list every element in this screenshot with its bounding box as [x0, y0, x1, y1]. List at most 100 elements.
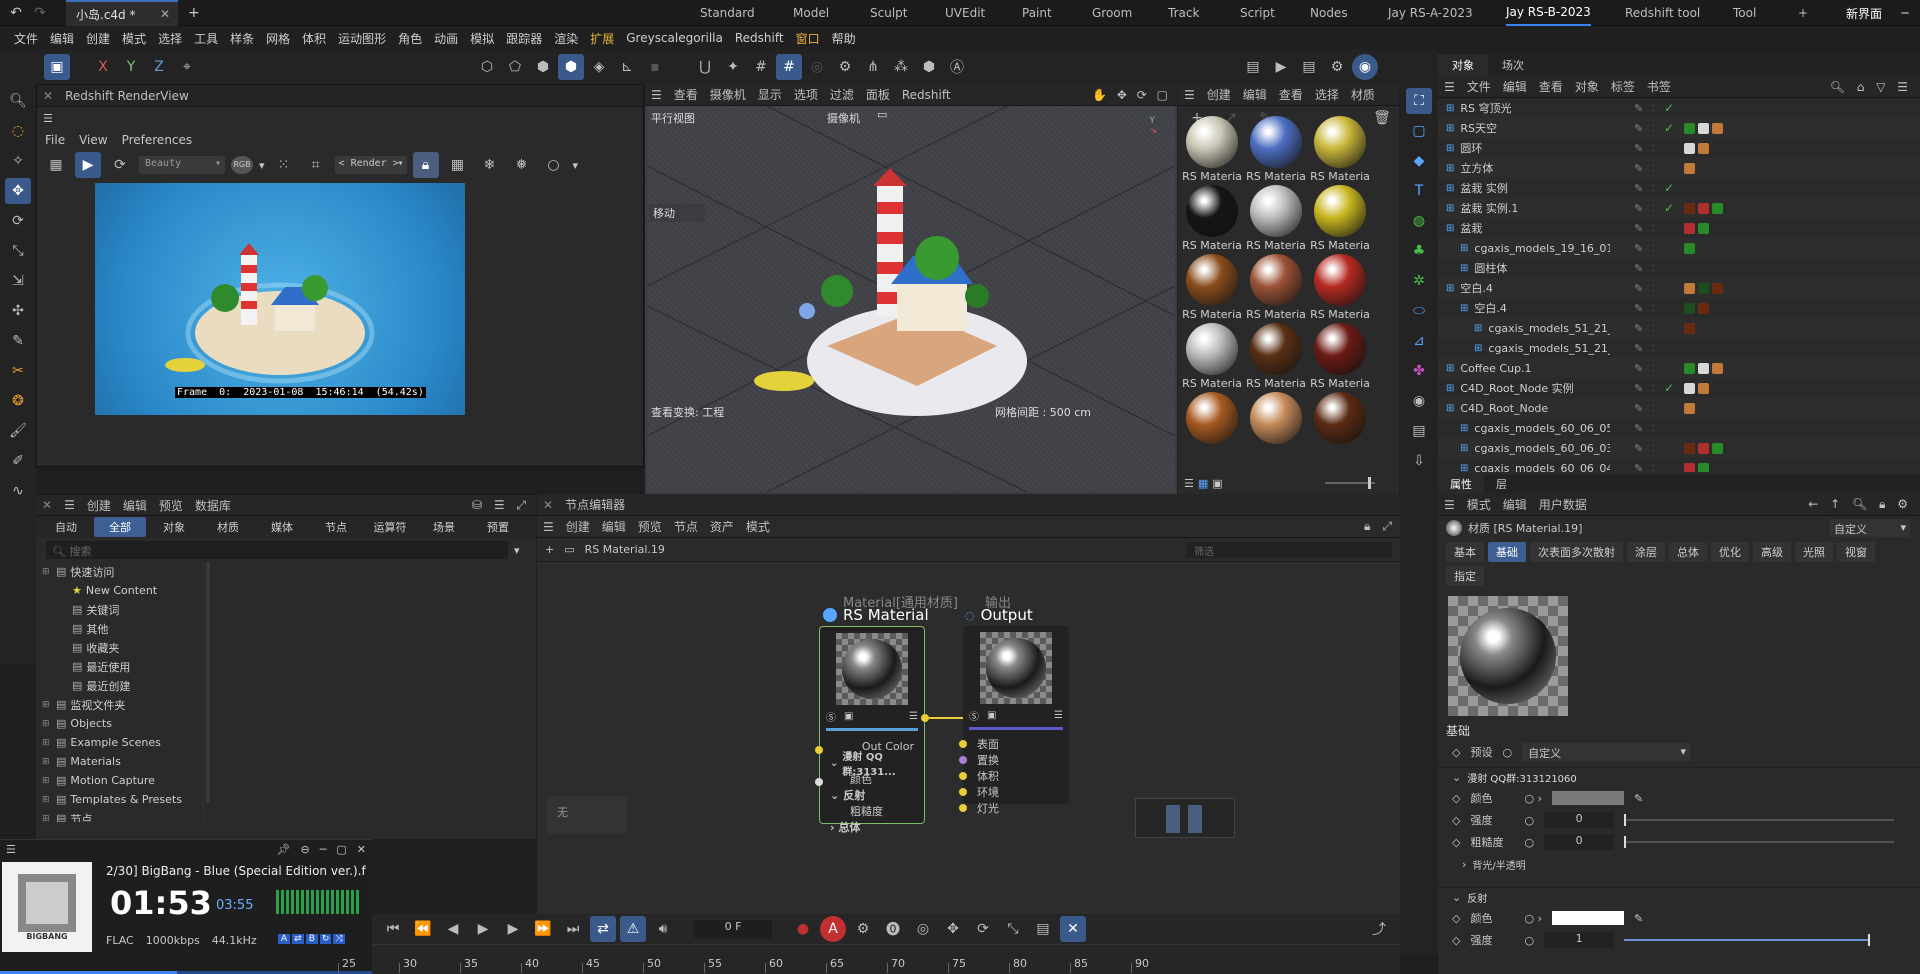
object-row[interactable]: ⊞ cgaxis_models_19_16_01 ✎ ⁚ [1438, 238, 1920, 258]
preset-select[interactable]: 自定义 ▾ [1522, 743, 1691, 761]
repeat-icon[interactable]: ↻ [319, 934, 332, 944]
content-tree-item[interactable]: ▤ 最近创建 [36, 676, 203, 695]
character-icon[interactable]: ✤ [1406, 358, 1432, 384]
tag-icon[interactable] [1684, 162, 1695, 174]
expand-icon[interactable]: ⊞ [42, 700, 52, 710]
workplane-icon[interactable]: ⊾ [614, 54, 640, 80]
material-menu-item[interactable]: 材质 [1351, 86, 1375, 103]
crop-icon[interactable]: ⌗ [303, 152, 329, 178]
material-menu-item[interactable]: 查看 [1279, 86, 1303, 103]
content-tab[interactable]: 预置 [472, 517, 524, 537]
content-tab[interactable]: 全部 [94, 517, 146, 537]
output-port[interactable]: 灯光 [959, 800, 1065, 816]
circle-icon[interactable]: ○ [541, 152, 567, 178]
new-layout-button[interactable]: 新界面 [1846, 0, 1882, 26]
reflection-group[interactable]: 反射 [1467, 890, 1487, 905]
cube-icon[interactable]: ◆ [1406, 148, 1432, 174]
port-dot[interactable] [959, 804, 967, 812]
menu-item[interactable]: 模式 [116, 26, 152, 50]
brush-icon[interactable]: 🖌︎ [5, 418, 31, 444]
tag-icon[interactable] [1684, 222, 1695, 234]
material-swatch[interactable]: RS Materia [1308, 254, 1372, 321]
live-select-icon[interactable]: ◌ [5, 118, 31, 144]
content-tree-item[interactable]: ⊞ ▤ 节点 [36, 809, 203, 822]
port-dot[interactable] [959, 740, 967, 748]
diffuse-group[interactable]: 漫射 QQ群:313121060 [1467, 770, 1577, 785]
tag-icon[interactable] [1698, 362, 1709, 374]
menu-item[interactable]: 体积 [296, 26, 332, 50]
menu-icon[interactable]: ☰ [651, 88, 662, 102]
texture-mode-icon[interactable]: ◈ [586, 54, 612, 80]
new-tab-button[interactable]: + [188, 5, 200, 21]
attribute-subtab[interactable]: 光照 [1795, 542, 1833, 562]
attribute-subtab[interactable]: 视窗 [1837, 542, 1875, 562]
object-row[interactable]: ⊞ 立方体 ✎ ⁚ [1438, 158, 1920, 178]
sound-icon[interactable]: 🔊︎ [650, 916, 676, 942]
content-tab[interactable]: 材质 [202, 517, 254, 537]
object-row[interactable]: ⊞ RS天空 ✎ ⁚ ✓ [1438, 118, 1920, 138]
light-icon[interactable]: ◉ [1406, 388, 1432, 414]
menu-icon[interactable]: ☰ [1184, 88, 1195, 102]
workspace-tab[interactable]: Track [1168, 0, 1199, 26]
expand-icon[interactable]: ⊞ [42, 719, 52, 729]
material-swatch[interactable]: RS Materia [1244, 254, 1308, 321]
content-tab[interactable]: 节点 [310, 517, 362, 537]
workspace-tab[interactable]: Tool [1733, 0, 1756, 26]
start-render-icon[interactable]: ▶ [75, 152, 101, 178]
tag-icon[interactable] [1712, 122, 1723, 134]
close-icon[interactable]: ✕ [160, 7, 170, 21]
menu-item[interactable]: 编辑 [44, 26, 80, 50]
polygon-mode-icon[interactable]: ⬢ [530, 54, 556, 80]
object-row[interactable]: ⊞ C4D_Root_Node 实例 ✎ ⁚ ✓ [1438, 378, 1920, 398]
key-icon[interactable]: ⓿ [880, 916, 906, 942]
menu-item[interactable]: 文件 [8, 26, 44, 50]
animate-icon[interactable]: ○ › [1524, 912, 1542, 925]
enabled-check-icon[interactable]: ✓ [1664, 121, 1674, 135]
tag-icon[interactable] [1712, 362, 1723, 374]
workspace-tab[interactable]: Model [793, 0, 829, 26]
go-start-icon[interactable]: ⏮ [380, 916, 406, 942]
output-port[interactable]: 环境 [959, 784, 1065, 800]
keyframe-icon[interactable]: ◇ [1452, 746, 1460, 759]
chevron-down-icon[interactable]: ▾ [573, 159, 579, 172]
menu-item[interactable]: 模拟 [464, 26, 500, 50]
visibility-dots-icon[interactable]: ⁚ [1652, 104, 1655, 113]
content-tab[interactable]: 媒体 [256, 517, 308, 537]
keyframe-icon[interactable]: ◇ [1452, 836, 1460, 849]
visibility-dots-icon[interactable]: ⁚ [1652, 424, 1655, 433]
refresh-icon[interactable]: ⟳ [107, 152, 133, 178]
workspace-tab[interactable]: UVEdit [945, 0, 985, 26]
content-tree-item[interactable]: ▤ 最近使用 [36, 657, 203, 676]
animate-icon[interactable]: ○ [1502, 746, 1512, 759]
object-row[interactable]: ⊞ 圆柱体 ✎ ⁚ [1438, 258, 1920, 278]
tag-icon[interactable] [1698, 302, 1709, 314]
search-input[interactable]: 🔍︎ 搜索 [46, 541, 508, 559]
deformer-icon[interactable]: ✲ [1406, 268, 1432, 294]
rgb-badge[interactable]: RGB [231, 156, 253, 174]
reflection-strength-field[interactable]: 1 [1544, 932, 1615, 948]
spline-icon[interactable]: ⊿ [1406, 328, 1432, 354]
navigator-minimap[interactable] [1135, 798, 1235, 838]
visibility-dots-icon[interactable]: ⁚ [1652, 364, 1655, 373]
visibility-dots-icon[interactable]: ⁚ [1652, 284, 1655, 293]
content-tree-item[interactable]: ★ New Content [36, 581, 203, 600]
animate-icon[interactable]: ○ [1524, 814, 1534, 827]
snap-move-icon[interactable]: ✣ [5, 298, 31, 324]
edit-toggle-icon[interactable]: ✎ [1634, 242, 1643, 255]
tag-icon[interactable] [1684, 142, 1695, 154]
b-button[interactable]: B [305, 934, 318, 944]
object-row[interactable]: ⊞ C4D_Root_Node ✎ ⁚ [1438, 398, 1920, 418]
object-row[interactable]: ⊞ 空白.4 ✎ ⁚ [1438, 278, 1920, 298]
expand-icon[interactable]: ⊞ [42, 567, 52, 577]
large-view-icon[interactable]: ▣ [1212, 477, 1222, 490]
tag-icon[interactable] [1712, 282, 1723, 294]
rotate-key-icon[interactable]: ⟳ [970, 916, 996, 942]
backlight-group[interactable]: 背光/半透明 [1472, 857, 1525, 872]
menu-item[interactable]: 网格 [260, 26, 296, 50]
tag-icon[interactable] [1698, 122, 1709, 134]
pin-icon[interactable]: 📌︎ [277, 843, 291, 856]
material-swatch[interactable]: RS Materia [1180, 323, 1244, 390]
shuffle-icon[interactable]: ⇄ [292, 934, 304, 944]
material-menu-item[interactable]: 创建 [1207, 86, 1231, 103]
object-row[interactable]: ⊞ Coffee Cup.1 ✎ ⁚ [1438, 358, 1920, 378]
